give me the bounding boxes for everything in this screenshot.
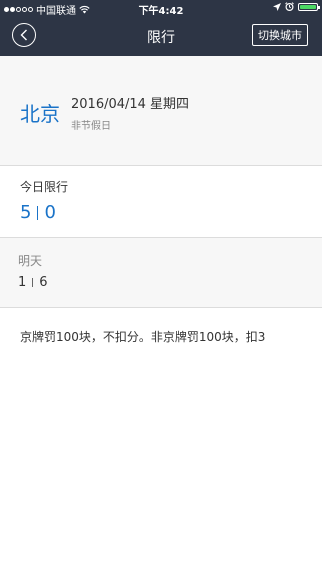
plate-separator xyxy=(32,278,34,287)
tomorrow-plate-number: 6 xyxy=(39,275,48,290)
tomorrow-label: 明天 xyxy=(18,254,43,268)
switch-city-button[interactable]: 切换城市 xyxy=(252,24,308,46)
alarm-clock-icon xyxy=(285,2,294,11)
tomorrow-plate-number: 1 xyxy=(18,275,27,290)
date-section: 北京 2016/04/14 星期四 非节假日 xyxy=(0,56,322,166)
date-text: 2016/04/14 星期四 xyxy=(71,97,190,112)
today-plate-numbers: 5 0 xyxy=(20,202,56,223)
battery-icon xyxy=(298,2,320,11)
city-name: 北京 xyxy=(20,102,60,126)
today-restriction-section: 今日限行 5 0 xyxy=(0,166,322,238)
today-plate-number: 5 xyxy=(20,202,32,223)
location-arrow-icon xyxy=(273,2,281,11)
penalty-rule-section: 京牌罚100块，不扣分。非京牌罚100块，扣3 xyxy=(0,308,322,572)
tomorrow-restriction-section: 明天 1 6 xyxy=(0,238,322,308)
penalty-rule-text: 京牌罚100块，不扣分。非京牌罚100块，扣3 xyxy=(20,330,266,344)
battery-level xyxy=(300,4,316,9)
status-bar-right xyxy=(273,2,320,11)
tomorrow-plate-numbers: 1 6 xyxy=(18,275,48,290)
navigation-bar: 限行 切换城市 xyxy=(0,16,322,56)
status-bar: 中国联通 下午4:42 xyxy=(0,0,322,17)
plate-separator xyxy=(37,205,39,220)
today-plate-number: 0 xyxy=(44,202,56,223)
holiday-status: 非节假日 xyxy=(71,121,111,132)
today-restriction-label: 今日限行 xyxy=(20,180,69,194)
